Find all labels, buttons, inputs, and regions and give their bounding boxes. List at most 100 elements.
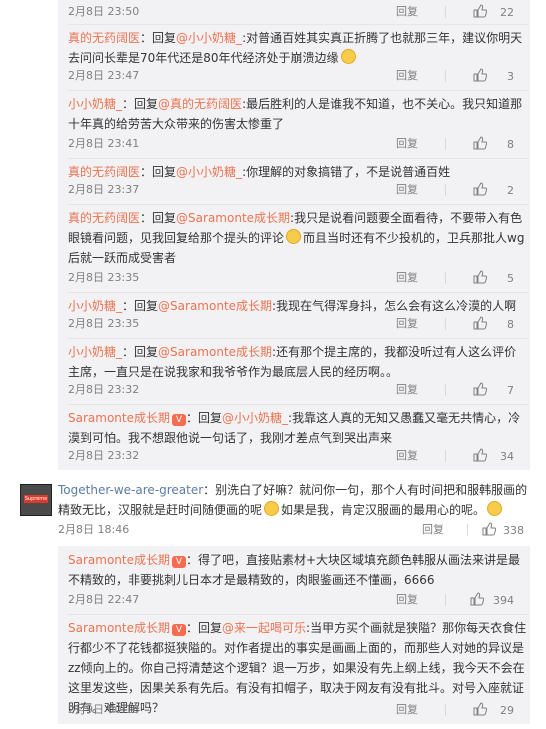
reply-button[interactable]: 回复 (396, 382, 418, 398)
list-item: Saramonte成长期 V ：得了吧，直接贴素材+大块区域填充颜色韩服从画法来讲是… (68, 546, 528, 615)
thumbs-up-icon (473, 136, 487, 150)
like-count: 3 (507, 70, 514, 83)
reply-text: 你理解的对象搞错了，不是说普通百姓 (246, 165, 451, 179)
verified-badge-icon: V (171, 624, 186, 636)
divider (467, 524, 468, 536)
reply-button[interactable]: 回复 (396, 136, 418, 152)
timestamp: 2月8日 23:35 (68, 317, 140, 330)
reply-button[interactable]: 回复 (396, 448, 418, 464)
mention-link[interactable]: @来一起喝可乐 (222, 621, 306, 635)
like-count: 8 (507, 138, 514, 151)
divider (445, 450, 446, 462)
reply-meta: 2月8日 23:50 回复 22 (68, 4, 518, 20)
list-item: 小小奶糖_：回复@真的无药阔医:最后胜利的人是谁我不知道，也不关心。我只知道那十… (68, 90, 528, 159)
like-button[interactable]: 8 (473, 316, 514, 333)
commenter-name[interactable]: 小小奶糖_ (68, 345, 122, 359)
divider (445, 594, 446, 606)
like-button[interactable]: 22 (473, 4, 514, 21)
like-button[interactable]: 8 (473, 136, 514, 153)
thumbs-up-icon (470, 592, 484, 606)
mention-link[interactable]: @Saramonte成长期 (158, 299, 272, 313)
divider (445, 384, 446, 396)
commenter-name[interactable]: Saramonte成长期 (68, 621, 170, 635)
verified-badge-icon: V (171, 414, 186, 426)
reply-button[interactable]: 回复 (396, 270, 418, 286)
like-button[interactable]: 2 (473, 182, 514, 199)
like-count: 2 (507, 184, 514, 197)
reply-meta: 2月8日 23:32 回复 7 (68, 382, 518, 398)
reply-button[interactable]: 回复 (396, 592, 418, 608)
reply-button[interactable]: 回复 (396, 4, 418, 20)
timestamp: 2月8日 23:32 (68, 449, 140, 462)
reply-button[interactable]: 回复 (422, 522, 444, 538)
reply-meta: 2月9日 00:18 回复 29 (68, 702, 518, 718)
list-item: 真的无药阔医：回复@小小奶糖_:对普通百姓其实真正折腾了也就那三年，建议你明天去… (68, 24, 528, 91)
timestamp: 2月8日 23:32 (68, 383, 140, 396)
avatar[interactable]: Supreme (20, 484, 52, 516)
reply-button[interactable]: 回复 (396, 316, 418, 332)
like-count: 34 (500, 450, 514, 463)
commenter-name[interactable]: Together-we-are-greater (58, 483, 203, 497)
timestamp: 2月8日 23:37 (68, 183, 140, 196)
commenter-name[interactable]: 小小奶糖_ (68, 299, 122, 313)
like-button[interactable]: 5 (473, 270, 514, 287)
comment-item: Supreme Together-we-are-greater：别洗白了好嘛？就… (0, 480, 546, 542)
reply-text: 我现在气得浑身抖，怎么会有这么冷漠的人啊 (276, 299, 517, 313)
like-button[interactable]: 7 (473, 382, 514, 399)
commenter-name[interactable]: 真的无药阔医 (68, 31, 140, 45)
verified-badge-icon: V (171, 556, 186, 568)
list-item: 小小奶糖_：回复@Saramonte成长期:还有那个提主席的，我都没听过有人这么… (68, 338, 528, 405)
thumbs-up-icon (473, 448, 487, 462)
mention-link[interactable]: @小小奶糖_ (176, 165, 242, 179)
thumbs-up-icon (473, 4, 487, 18)
like-button[interactable]: 394 (470, 592, 514, 609)
thumbs-up-icon (473, 68, 487, 82)
commenter-name[interactable]: 真的无药阔医 (68, 211, 140, 225)
reply-meta: 2月8日 22:47 回复 394 (68, 592, 518, 608)
mention-link[interactable]: @真的无药阔医 (158, 97, 242, 111)
commenter-name[interactable]: 小小奶糖_ (68, 97, 122, 111)
divider (445, 704, 446, 716)
reply-meta: 2月8日 23:47 回复 3 (68, 68, 518, 84)
thumbs-up-icon (473, 270, 487, 284)
reply-button[interactable]: 回复 (396, 182, 418, 198)
thumbs-up-icon (473, 182, 487, 196)
smile-emoji-icon (286, 229, 302, 244)
commenter-name[interactable]: 真的无药阔医 (68, 165, 140, 179)
mention-link[interactable]: @Saramonte成长期 (176, 211, 290, 225)
reply-button[interactable]: 回复 (396, 702, 418, 718)
like-button[interactable]: 29 (473, 702, 514, 719)
comment-text: 如果是我，肯定汉服画的最用心的呢。 (281, 503, 486, 517)
list-item: Saramonte成长期 V ：回复@来一起喝可乐:当甲方买个画就是狭隘？那你每天衣… (68, 621, 527, 718)
like-button[interactable]: 338 (482, 522, 524, 539)
wink-emoji-icon (487, 501, 503, 516)
like-count: 8 (507, 318, 514, 331)
mention-link[interactable]: @Saramonte成长期 (158, 345, 272, 359)
divider (445, 70, 446, 82)
timestamp: 2月8日 23:35 (68, 271, 140, 284)
like-button[interactable]: 34 (473, 448, 514, 465)
list-item: Saramonte成长期 V ：回复@小小奶糖_:我靠这人真的无知又愚蠢又毫无共情心… (68, 411, 521, 465)
thumbs-up-icon (473, 702, 487, 716)
commenter-name[interactable]: Saramonte成长期 (68, 411, 170, 425)
reply-button[interactable]: 回复 (396, 68, 418, 84)
timestamp: 2月8日 23:41 (68, 137, 140, 150)
reply-meta: 2月8日 23:35 回复 8 (68, 316, 518, 332)
mention-link[interactable]: @小小奶糖_ (222, 411, 288, 425)
reply-meta: 2月8日 23:37 回复 2 (68, 182, 518, 198)
commenter-name[interactable]: Saramonte成长期 (68, 553, 170, 567)
timestamp: 2月8日 23:50 (68, 5, 140, 18)
like-count: 7 (507, 384, 514, 397)
timestamp: 2月8日 22:47 (68, 593, 140, 606)
list-item: 小小奶糖_：回复@Saramonte成长期:我现在气得浑身抖，怎么会有这么冷漠的… (68, 292, 528, 339)
reply-text: 当甲方买个画就是狭隘？那你每天衣食住行都少不了花钱都挺狭隘的。对作者提出的事实是… (68, 621, 527, 715)
timestamp: 2月9日 00:18 (68, 703, 140, 716)
smile-emoji-icon (264, 501, 280, 516)
thumbs-up-icon (482, 522, 496, 536)
like-count: 394 (493, 594, 514, 607)
mention-link[interactable]: @小小奶糖_ (176, 31, 242, 45)
timestamp: 2月8日 18:46 (58, 523, 130, 536)
like-button[interactable]: 3 (473, 68, 514, 85)
list-item: 真的无药阔医：回复@小小奶糖_:你理解的对象搞错了，不是说普通百姓 2月8日 2… (68, 158, 528, 205)
reply-meta: 2月8日 23:35 回复 5 (68, 270, 518, 286)
